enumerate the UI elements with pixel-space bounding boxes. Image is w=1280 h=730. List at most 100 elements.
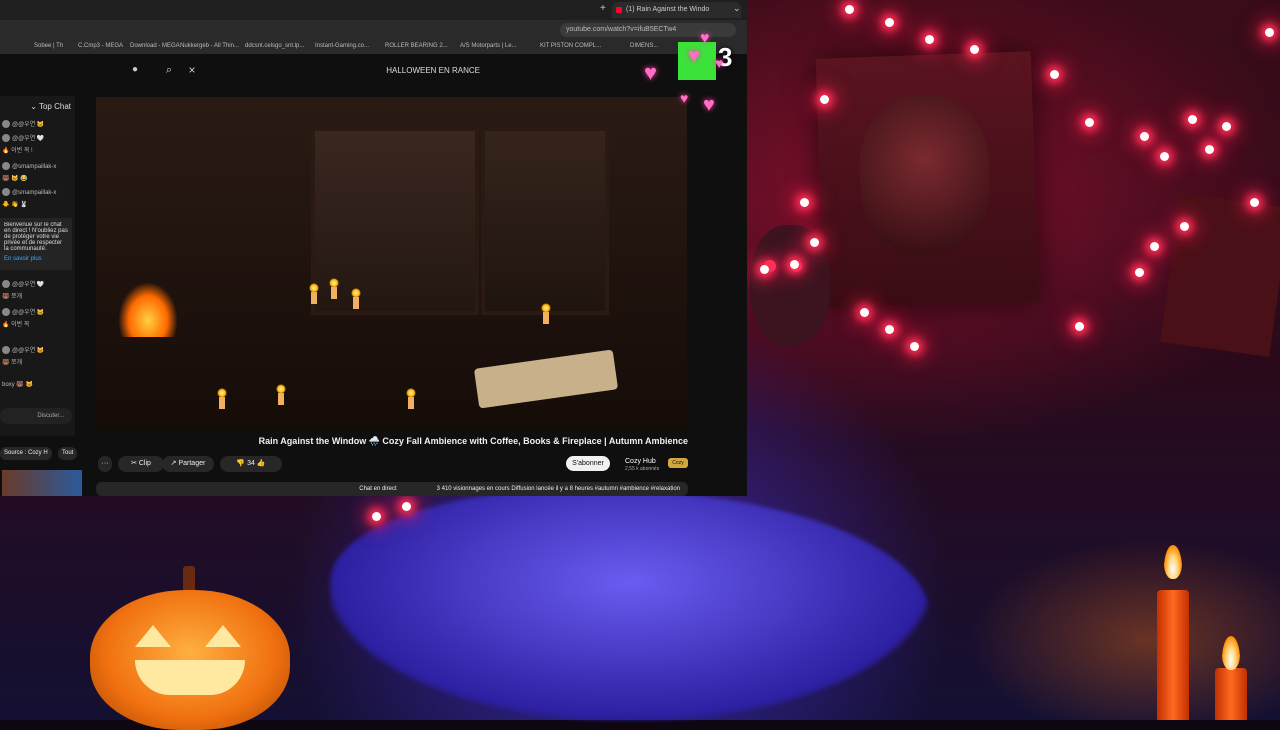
- wall-frame: [1160, 193, 1280, 357]
- chat-message: @@우연 🤍: [2, 280, 72, 291]
- like-count: 34: [247, 460, 255, 467]
- tab-title: (1) Rain Against the Windo: [626, 6, 710, 13]
- chat-message: @@우연 🐱: [2, 120, 72, 131]
- pinned-text: Bienvenue sur le chat en direct ! N'oubl…: [4, 222, 68, 252]
- browser-tab[interactable]: (1) Rain Against the Windo: [612, 2, 741, 18]
- heart-icon: ♥: [700, 30, 710, 47]
- bookmark-item[interactable]: DIMENS...: [630, 43, 658, 49]
- poster-face: [857, 92, 993, 258]
- bookmarks-bar: Sobee | Th C.Cmp3 - MEGA Download - MEGA…: [0, 40, 747, 54]
- tab-bar: + × (1) Rain Against the Windo ⌄: [0, 0, 747, 20]
- pinned-chat-notice: Bienvenue sur le chat en direct ! N'oubl…: [0, 218, 72, 270]
- heart-icon: ♥: [715, 55, 724, 71]
- candle: [1215, 668, 1247, 720]
- bookmark-item[interactable]: Instant-Gaming.co...: [315, 43, 369, 49]
- chat-message: 🔥 이번 꼭 !: [2, 148, 33, 154]
- channel-avatar[interactable]: Cozy: [668, 458, 688, 468]
- dislike-icon: 👎: [236, 460, 248, 467]
- related-video-thumbnail[interactable]: [2, 470, 82, 496]
- learn-more-link[interactable]: En savoir plus: [4, 256, 68, 262]
- skull-eye-left: [764, 260, 776, 272]
- channel-subscribers: 2,55 k abonnés: [625, 466, 660, 472]
- candle: [1157, 590, 1189, 720]
- chat-message: 🐻 🐱 😂: [2, 176, 28, 182]
- chat-message: 🐻 쪼개: [2, 360, 23, 366]
- heart-icon: ♥: [680, 90, 689, 106]
- bookmark-item[interactable]: ddcsnt.celsgo_snt.lp...: [245, 43, 304, 49]
- heart-icon: ♥: [644, 60, 658, 85]
- browser-window: + × (1) Rain Against the Windo ⌄ youtube…: [0, 0, 747, 496]
- heart-icon: ♥: [688, 45, 700, 67]
- youtube-favicon-icon: [616, 7, 622, 13]
- blanket: [330, 490, 930, 720]
- avatar: [2, 280, 10, 289]
- heart-icon: ♥: [703, 94, 715, 116]
- chip-source[interactable]: Source : Cozy H: [0, 447, 52, 460]
- description-box[interactable]: 3 410 visionnages en cours Diffusion lan…: [96, 482, 688, 496]
- search-input[interactable]: HALLOWEEN EN RANCE: [300, 66, 480, 75]
- chat-message: @@우연 🤍: [2, 134, 72, 145]
- tab-menu-chevron-icon[interactable]: ⌄: [733, 3, 741, 14]
- bookmark-item[interactable]: Sobee | Th: [34, 43, 63, 49]
- candle: [541, 303, 551, 324]
- candle: [351, 288, 361, 309]
- bookmark-item[interactable]: A/S Motorparts | Le...: [460, 43, 517, 49]
- chat-message: @smampaillak-x: [2, 188, 72, 199]
- bookmark-item[interactable]: Nukkergeb - All Thin...: [180, 43, 239, 49]
- video-title: Rain Against the Window 🌧️ Cozy Fall Amb…: [258, 436, 688, 446]
- live-chat-panel: ⌄ Top Chat @@우연 🐱 @@우연 🤍 🔥 이번 꼭 ! @smamp…: [0, 96, 75, 436]
- bookmark-item[interactable]: C.Cmp3 - MEGA: [78, 43, 123, 49]
- avatar: [2, 120, 10, 129]
- candle: [217, 388, 227, 409]
- scene-window-right: [481, 127, 609, 315]
- chat-input[interactable]: Discuter...: [0, 408, 72, 424]
- scissors-icon: ✂: [131, 460, 139, 467]
- more-actions-button[interactable]: ···: [98, 456, 112, 472]
- skull-eye-right: [790, 260, 802, 272]
- candle: [329, 278, 339, 299]
- avatar: [2, 134, 10, 143]
- related-chips: Tout Source : Cozy H: [0, 447, 90, 463]
- chat-message: @smampaillak-x: [2, 162, 72, 173]
- chip-all[interactable]: Tout: [58, 447, 78, 460]
- chat-message: 🐥 👋 🐰: [2, 202, 28, 208]
- microphone-icon[interactable]: ●: [128, 64, 142, 78]
- bookmark-item[interactable]: ROLLER BEARING 2...: [385, 43, 448, 49]
- channel-name[interactable]: Cozy Hub: [625, 458, 656, 465]
- chat-header-label: Top Chat: [38, 102, 71, 111]
- fireplace-flame: [118, 282, 178, 337]
- chat-message: 🔥 이번 꼭: [2, 322, 30, 328]
- clip-button[interactable]: ✂ Clip: [118, 456, 164, 472]
- bookmark-item[interactable]: KIT PISTON COMPL...: [540, 43, 601, 49]
- subscribe-button[interactable]: S'abonner: [566, 456, 610, 471]
- candle: [309, 283, 319, 304]
- search-icon[interactable]: ⌕: [162, 64, 176, 78]
- youtube-header: ● ⌕ × HALLOWEEN EN RANCE: [0, 56, 747, 86]
- address-bar: youtube.com/watch?v=ifuB5ECTw4: [0, 20, 747, 40]
- avatar: [2, 162, 10, 171]
- bookmark-item[interactable]: Download - MEGA: [130, 43, 180, 49]
- candle: [406, 388, 416, 409]
- wall-poster: [815, 51, 1040, 309]
- open-book: [473, 349, 619, 409]
- skull-decoration: [750, 225, 830, 345]
- chevron-down-icon: ⌄: [30, 102, 39, 111]
- share-button[interactable]: ↗ Partager: [162, 456, 214, 472]
- chat-message: @@우연 🐱: [2, 308, 72, 319]
- chat-message: 🐻 쪼개: [2, 294, 23, 300]
- like-icon: 👍: [254, 460, 266, 467]
- candle-flame: [1164, 545, 1182, 579]
- like-dislike-group[interactable]: 👎 34 👍: [220, 456, 282, 472]
- clear-search-icon[interactable]: ×: [185, 63, 199, 77]
- live-chat-tab[interactable]: Chat en direct: [359, 482, 436, 496]
- candle: [276, 384, 286, 405]
- avatar: [2, 188, 10, 197]
- avatar: [2, 308, 10, 317]
- chat-message: @@우연 🐱: [2, 346, 72, 357]
- video-player[interactable]: [96, 97, 687, 430]
- description-text: 3 410 visionnages en cours Diffusion lan…: [436, 486, 680, 492]
- candle-flame: [1222, 636, 1240, 670]
- new-tab-button[interactable]: +: [600, 3, 606, 14]
- avatar: [2, 346, 10, 355]
- chat-mode-dropdown[interactable]: ⌄ Top Chat: [30, 102, 71, 111]
